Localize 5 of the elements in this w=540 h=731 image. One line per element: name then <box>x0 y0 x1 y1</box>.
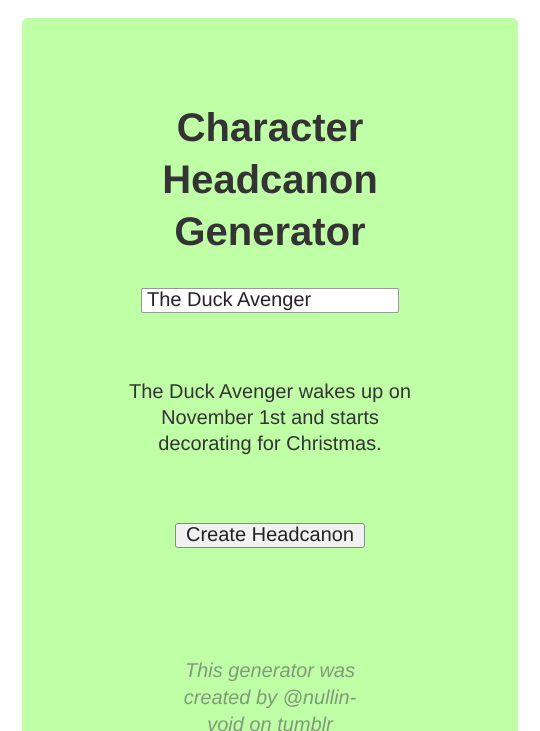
create-headcanon-button[interactable]: Create Headcanon <box>175 523 365 548</box>
headcanon-text: The Duck Avenger wakes up on November 1st and starts decorating for Christmas. <box>128 380 412 457</box>
page-title: Character Headcanon Generator <box>161 105 379 256</box>
credit-text: This generator was created by @nullin-void on tumblr <box>182 659 358 731</box>
name-input-field[interactable]: The Duck Avenger <box>141 288 399 313</box>
